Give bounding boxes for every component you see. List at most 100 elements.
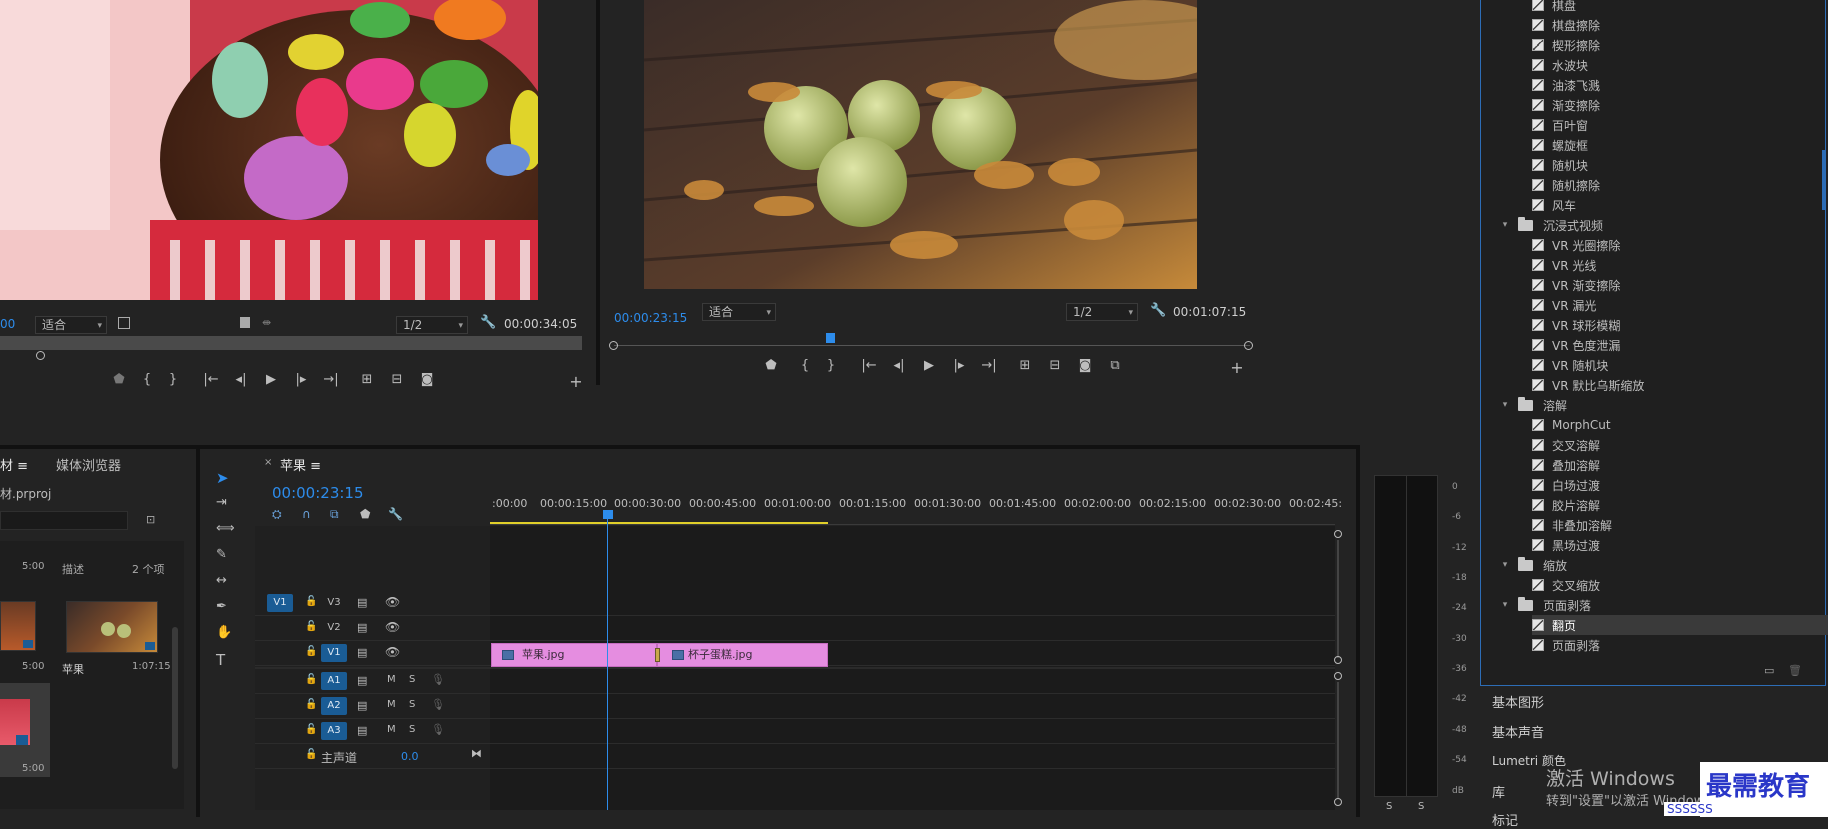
source-patch-v1[interactable]: V1 (267, 594, 293, 612)
add-marker-icon[interactable]: ⬟ (360, 507, 370, 521)
mic-icon[interactable]: 🎙 (431, 673, 445, 686)
effects-item[interactable]: 油漆飞溅 (1532, 75, 1828, 95)
type-tool-icon[interactable]: T (216, 651, 225, 669)
timeline-tab[interactable]: 苹果 ≡ (280, 455, 321, 474)
add-marker-icon[interactable]: ⬟ (760, 358, 782, 373)
ripple-edit-icon[interactable]: ⟺ (216, 521, 235, 536)
overwrite-clip-icon[interactable]: ⊟ (386, 372, 408, 387)
clip-cupcake[interactable]: 杯子蛋糕.jpg (657, 643, 828, 667)
a-scroll-bottom[interactable] (1334, 798, 1342, 806)
source-scrub-bar[interactable] (0, 336, 582, 350)
track-label-v3[interactable]: V3 (321, 594, 347, 612)
master-toggle-icon[interactable]: ⧓ (471, 747, 482, 760)
timeline-playhead[interactable] (603, 510, 613, 519)
effects-scrollbar[interactable] (1822, 150, 1826, 210)
lock-icon[interactable]: 🔓 (305, 646, 317, 657)
effects-item[interactable]: 棋盘 (1532, 0, 1828, 15)
nest-icon[interactable]: ⛭ (272, 507, 282, 522)
compare-icon[interactable]: ⧉ (1104, 358, 1126, 373)
panel-markers[interactable]: 标记 (1492, 810, 1518, 829)
sync-lock-icon[interactable]: ▤ (357, 724, 367, 737)
add-button-icon[interactable]: + (565, 372, 587, 391)
program-wrench-icon[interactable]: 🔧 (1150, 303, 1166, 318)
chevron-down-icon[interactable]: ▾ (1500, 400, 1510, 410)
track-label-a2[interactable]: A2 (321, 697, 347, 715)
effects-item[interactable]: VR 随机块 (1532, 355, 1828, 375)
effects-item[interactable]: 楔形擦除 (1532, 35, 1828, 55)
effects-folder[interactable]: ▾ 沉浸式视频 (1500, 215, 1828, 235)
safe-margin-icon[interactable] (118, 317, 130, 329)
linked-select-icon[interactable]: ⧉ (330, 507, 339, 522)
transition-marker[interactable] (655, 648, 660, 662)
effects-item[interactable]: 随机块 (1532, 155, 1828, 175)
mark-in-icon[interactable]: { (136, 372, 158, 387)
step-forward-icon[interactable]: |▸ (948, 358, 970, 373)
go-to-in-icon[interactable]: |← (858, 358, 880, 373)
mark-out-icon[interactable]: } (162, 372, 184, 387)
track-label-a3[interactable]: A3 (321, 722, 347, 740)
track-label-v2[interactable]: V2 (321, 619, 347, 637)
effects-item[interactable]: VR 渐变擦除 (1532, 275, 1828, 295)
track-label-a1[interactable]: A1 (321, 672, 347, 690)
effects-item[interactable]: VR 漏光 (1532, 295, 1828, 315)
step-back-icon[interactable]: ◂| (888, 358, 910, 373)
sync-lock-icon[interactable]: ▤ (357, 674, 367, 687)
razor-icon[interactable]: ✎ (216, 547, 227, 562)
chevron-down-icon[interactable]: ▾ (1500, 220, 1510, 230)
timeline-timecode[interactable]: 00:00:23:15 (272, 484, 364, 502)
sync-lock-icon[interactable]: ▤ (357, 596, 367, 609)
solo-button[interactable]: S (409, 674, 415, 685)
effects-folder[interactable]: ▾ 溶解 (1500, 395, 1828, 415)
thumb-1[interactable] (0, 601, 36, 651)
play-icon[interactable]: ▶ (260, 372, 282, 387)
mark-in-icon[interactable]: { (794, 358, 816, 373)
source-fit-dropdown[interactable]: 适合 ▾ (35, 316, 107, 334)
lock-icon[interactable]: 🔓 (305, 724, 317, 735)
add-marker-icon[interactable]: ⬟ (108, 372, 130, 387)
effects-folder[interactable]: ▾ 页面剥落 (1500, 595, 1828, 615)
wrench-icon[interactable]: 🔧 (480, 315, 496, 330)
program-timecode[interactable]: 00:00:23:15 (614, 311, 687, 325)
program-playhead[interactable] (826, 333, 835, 343)
mic-icon[interactable]: 🎙 (431, 698, 445, 711)
panel-libraries[interactable]: 库 (1492, 782, 1505, 801)
effects-item[interactable]: 交叉溶解 (1532, 435, 1828, 455)
program-resolution-dropdown[interactable]: 1/2 ▾ (1066, 303, 1138, 321)
panel-essential-graphics[interactable]: 基本图形 (1492, 692, 1544, 711)
track-label-v1[interactable]: V1 (321, 644, 347, 662)
track-select-icon[interactable]: ⇥ (216, 495, 227, 510)
effects-item[interactable]: VR 光圈擦除 (1532, 235, 1828, 255)
insert-clip-icon[interactable]: ⊞ (356, 372, 378, 387)
add-button-icon[interactable]: + (1226, 358, 1248, 377)
effects-item[interactable]: 水波块 (1532, 55, 1828, 75)
solo-left[interactable]: S (1386, 801, 1392, 812)
mark-out-icon[interactable]: } (820, 358, 842, 373)
solo-right[interactable]: S (1418, 801, 1424, 812)
program-scrub-bar[interactable] (614, 345, 1250, 346)
effects-item[interactable]: 非叠加溶解 (1532, 515, 1828, 535)
step-back-icon[interactable]: ◂| (230, 372, 252, 387)
effects-item[interactable]: 叠加溶解 (1532, 455, 1828, 475)
effects-item[interactable]: 渐变擦除 (1532, 95, 1828, 115)
go-to-out-icon[interactable]: →| (320, 372, 342, 387)
eye-icon[interactable]: 👁 (385, 645, 400, 659)
mute-button[interactable]: M (387, 724, 396, 735)
tab-project[interactable]: 材 ≡ (0, 455, 28, 474)
tab-media-browser[interactable]: 媒体浏览器 (56, 455, 121, 474)
snap-icon[interactable]: ∩ (302, 507, 311, 521)
play-icon[interactable]: ▶ (918, 358, 940, 373)
project-search-input[interactable] (0, 511, 128, 530)
timeline-close-icon[interactable]: × (264, 457, 272, 468)
effects-folder[interactable]: ▾ 缩放 (1500, 555, 1828, 575)
effects-item[interactable]: 黑场过渡 (1532, 535, 1828, 555)
effects-item[interactable]: 随机擦除 (1532, 175, 1828, 195)
effects-delete-icon[interactable]: 🗑 (1788, 664, 1802, 677)
a-scroll-top[interactable] (1334, 672, 1342, 680)
slip-icon[interactable]: ↔ (216, 573, 227, 588)
master-value[interactable]: 0.0 (401, 750, 419, 763)
new-bin-icon[interactable]: ⊡ (146, 513, 155, 526)
thumb-apple[interactable] (66, 601, 158, 653)
a-scroll-bar[interactable] (1337, 682, 1339, 798)
hand-icon[interactable]: ✋ (216, 625, 232, 640)
eye-icon[interactable]: 👁 (385, 595, 400, 609)
